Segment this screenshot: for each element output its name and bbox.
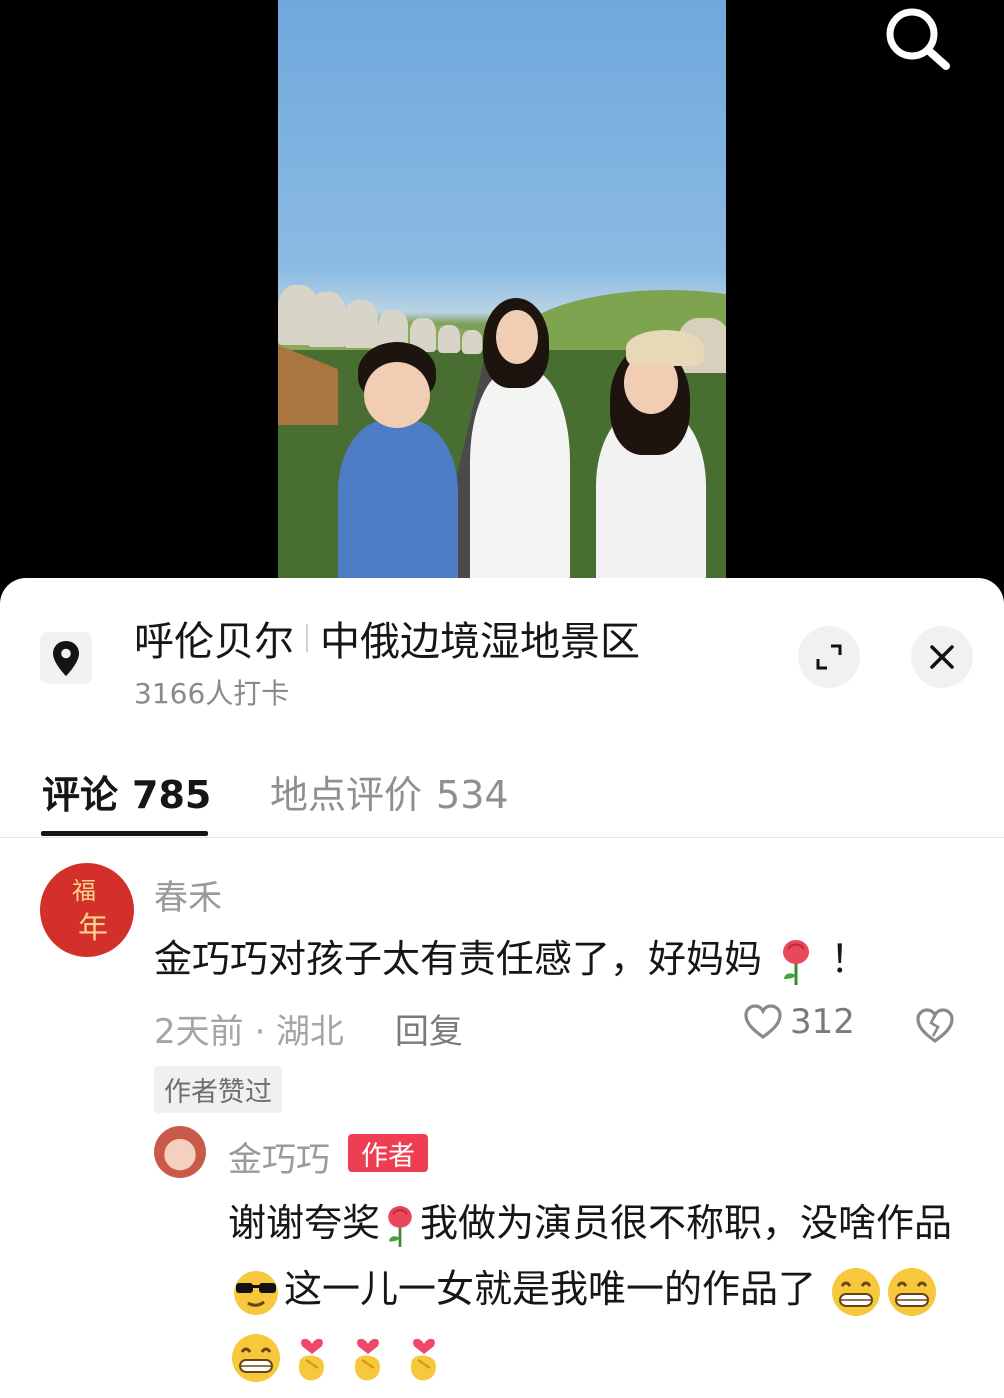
avatar[interactable]: 福 年 — [40, 863, 134, 957]
reply-body-3: 这一儿一女就是我唯一的作品了 — [284, 1267, 817, 1311]
comment-time-location: 2天前 · 湖北 — [154, 1012, 345, 1052]
comments-sheet: 呼伦贝尔 中俄边境湿地景区 3166人打卡 评论 785 地点评价 534 福 年 … — [0, 578, 1004, 1398]
yurt — [438, 325, 460, 353]
reply-body-2: 我做为演员很不称职，没啥作品 — [420, 1201, 953, 1245]
avatar-char-1: 福 — [72, 877, 96, 905]
location-scenic-spot: 中俄边境湿地景区 — [320, 619, 640, 665]
grin-emoji — [232, 1333, 280, 1382]
avatar-char-2: 年 — [78, 911, 108, 946]
checkin-count: 3166人打卡 — [134, 677, 290, 710]
tab-place-reviews-label: 地点评价 — [270, 773, 423, 817]
search-icon[interactable] — [880, 2, 952, 74]
comment-meta: 2天前 · 湖北 回复 — [154, 1004, 463, 1053]
tab-comments[interactable]: 评论 785 — [42, 764, 211, 819]
reply-username[interactable]: 金巧巧 — [228, 1132, 330, 1181]
reply-text: 谢谢夸奖 我做为演员很不称职，没啥作品 这一儿一女就是我唯一的作品了 — [228, 1190, 958, 1388]
grin-emoji — [888, 1267, 937, 1316]
rose-emoji — [388, 1205, 412, 1247]
heart-icon — [744, 1004, 782, 1039]
reply-button[interactable]: 回复 — [395, 1012, 463, 1052]
dislike-button[interactable] — [914, 1006, 956, 1050]
finger-heart-emoji — [354, 1338, 380, 1380]
face — [364, 362, 430, 428]
comment-text: 金巧巧对孩子太有责任感了，好妈妈 ！ — [154, 928, 868, 987]
yurt — [308, 292, 346, 347]
reply-body-1: 谢谢夸奖 — [228, 1201, 381, 1245]
grin-emoji — [832, 1267, 881, 1316]
person-boy — [338, 420, 458, 600]
like-button[interactable]: 312 — [742, 1002, 855, 1042]
comment-suffix: ！ — [830, 937, 869, 981]
broken-heart-icon — [916, 1008, 954, 1043]
yurt — [462, 330, 482, 354]
comment-username[interactable]: 春禾 — [154, 870, 222, 919]
video-frame[interactable] — [278, 0, 726, 600]
search-button[interactable] — [880, 2, 952, 74]
reply-avatar[interactable] — [154, 1126, 206, 1178]
finger-heart-emoji — [410, 1338, 436, 1380]
rose-emoji — [783, 939, 810, 985]
comment-body: 金巧巧对孩子太有责任感了，好妈妈 — [154, 937, 763, 981]
expand-button[interactable] — [798, 626, 860, 688]
active-tab-indicator — [41, 831, 208, 836]
close-button[interactable] — [911, 626, 973, 688]
expand-icon — [816, 644, 842, 670]
close-icon — [930, 645, 954, 669]
person-mother — [470, 370, 570, 600]
face — [496, 310, 538, 364]
tabs-divider — [0, 837, 1004, 838]
video-player[interactable] — [0, 0, 1004, 600]
title-separator — [306, 624, 308, 652]
location-pin-icon — [53, 641, 79, 676]
cool-face-emoji — [234, 1270, 278, 1315]
like-count: 312 — [790, 1002, 855, 1042]
sun-hat — [626, 330, 704, 366]
tab-comments-label: 评论 — [42, 773, 119, 817]
author-badge: 作者 — [348, 1134, 428, 1172]
location-icon-box[interactable] — [40, 632, 92, 684]
location-title[interactable]: 呼伦贝尔 中俄边境湿地景区 — [134, 612, 640, 665]
yurt — [344, 300, 378, 348]
finger-heart-emoji — [298, 1338, 324, 1380]
tab-place-reviews-count: 534 — [436, 773, 509, 817]
author-liked-tag: 作者赞过 — [154, 1066, 282, 1113]
location-city: 呼伦贝尔 — [134, 619, 294, 665]
tab-comments-count: 785 — [132, 773, 212, 817]
tab-place-reviews[interactable]: 地点评价 534 — [270, 764, 509, 819]
